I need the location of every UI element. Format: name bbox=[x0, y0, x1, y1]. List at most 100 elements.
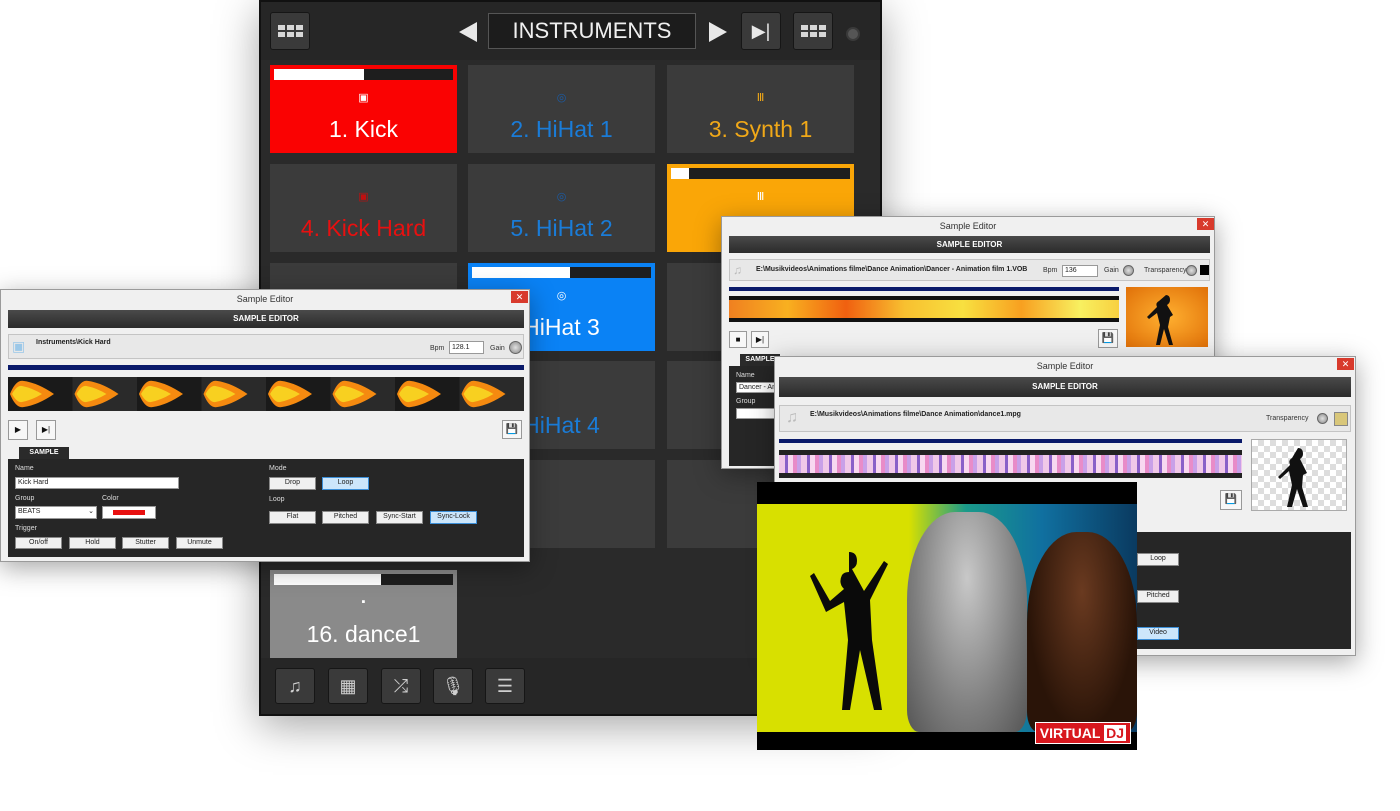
mode-loop-button[interactable]: Loop bbox=[322, 477, 369, 490]
waveform[interactable] bbox=[779, 450, 1242, 478]
group-label: Group bbox=[736, 398, 756, 405]
navigation-bar[interactable] bbox=[8, 365, 524, 370]
loop-pitched-button[interactable]: Pitched bbox=[322, 511, 369, 524]
group-select[interactable]: BEATS ⌄ bbox=[15, 506, 97, 519]
dancer-silhouette bbox=[810, 552, 888, 710]
bottom-button-2[interactable]: ▦ bbox=[328, 668, 368, 704]
group-value: BEATS bbox=[18, 508, 41, 515]
drum-icon: ▣ bbox=[12, 338, 26, 354]
loop-sync-start-button[interactable]: Sync-Start bbox=[376, 511, 423, 524]
sample-editor-window-1: Sample Editor ✕ SAMPLE EDITOR ▣ Instrume… bbox=[0, 289, 530, 562]
trigger-label: Trigger bbox=[15, 525, 37, 532]
name-input[interactable]: Kick Hard bbox=[15, 477, 179, 489]
gain-label: Gain bbox=[490, 345, 505, 352]
bottom-button-4[interactable]: 🎙 bbox=[433, 668, 473, 704]
color-swatch bbox=[113, 510, 145, 515]
bpm-input[interactable]: 136 bbox=[1062, 265, 1098, 277]
stop-button[interactable]: ■ bbox=[729, 331, 747, 348]
color-picker[interactable] bbox=[102, 506, 156, 519]
pad-16[interactable]: ▪ 16. dance1 bbox=[270, 570, 457, 658]
transparency-knob[interactable] bbox=[1317, 413, 1328, 424]
pad-2[interactable]: ◎ 2. HiHat 1 bbox=[468, 65, 655, 153]
bottom-button-1[interactable]: ♫ bbox=[275, 668, 315, 704]
pad-3[interactable]: Ⅲ 3. Synth 1 bbox=[667, 65, 854, 153]
play-button[interactable]: ▶ bbox=[8, 420, 28, 440]
save-button[interactable]: 💾 bbox=[1098, 329, 1118, 348]
save-button[interactable]: 💾 bbox=[1220, 490, 1242, 510]
trigger-stutter-button[interactable]: Stutter bbox=[122, 537, 169, 549]
prev-page-icon[interactable] bbox=[459, 22, 477, 42]
cymbal-icon: ◎ bbox=[556, 191, 567, 203]
video-thumbnail bbox=[1126, 287, 1208, 347]
save-button[interactable]: 💾 bbox=[502, 420, 522, 439]
file-line: ♫ E:\Musikvideos\Animations filme\Dance … bbox=[779, 405, 1351, 432]
skip-end-button[interactable]: ▶| bbox=[741, 12, 781, 50]
pad-label: 5. HiHat 2 bbox=[510, 215, 613, 241]
waveform[interactable] bbox=[8, 377, 524, 411]
video-thumbnail bbox=[1251, 439, 1347, 511]
gain-knob[interactable] bbox=[1123, 265, 1134, 276]
loop-button[interactable]: Loop bbox=[1137, 553, 1179, 566]
play-icon: ▶ bbox=[14, 425, 22, 434]
trigger-unmute-button[interactable]: Unmute bbox=[176, 537, 223, 549]
transparency-color-swatch[interactable] bbox=[1200, 265, 1209, 275]
navigation-bar[interactable] bbox=[729, 287, 1119, 291]
close-icon[interactable]: ✕ bbox=[511, 291, 528, 303]
grid-view-button[interactable] bbox=[793, 12, 833, 50]
skip-icon: ▶| bbox=[41, 425, 51, 434]
bpm-label: Bpm bbox=[430, 345, 445, 352]
trigger-onoff-button[interactable]: On/off bbox=[15, 537, 62, 549]
window-title: Sample Editor bbox=[1036, 361, 1094, 371]
mode-drop-button[interactable]: Drop bbox=[269, 477, 316, 490]
microphone-icon: 🎙 bbox=[441, 676, 465, 696]
video-button[interactable]: Video bbox=[1137, 627, 1179, 640]
pad-label: 16. dance1 bbox=[306, 621, 421, 647]
pad-1[interactable]: ▣ 1. Kick bbox=[270, 65, 457, 153]
keys-icon: Ⅲ bbox=[756, 92, 765, 104]
color-label: Color bbox=[102, 495, 119, 502]
pad-label: 1. Kick bbox=[328, 116, 399, 142]
skip-button[interactable]: ▶| bbox=[751, 331, 769, 348]
bottom-button-3[interactable]: ⤮ bbox=[381, 668, 421, 704]
next-page-icon[interactable] bbox=[709, 22, 727, 42]
transparency-knob[interactable] bbox=[1186, 265, 1197, 276]
options-dot[interactable] bbox=[846, 27, 860, 41]
pad-label: 3. Synth 1 bbox=[708, 116, 813, 142]
pad-label: 2. HiHat 1 bbox=[510, 116, 613, 142]
pitched-button[interactable]: Pitched bbox=[1137, 590, 1179, 603]
window-title: Sample Editor bbox=[939, 221, 997, 231]
grid-icon bbox=[800, 25, 826, 37]
virtualdj-logo: VIRTUAL DJ bbox=[1034, 722, 1131, 744]
pad-label: 4. Kick Hard bbox=[300, 215, 427, 241]
waveform[interactable] bbox=[729, 296, 1119, 322]
transparency-color-swatch[interactable] bbox=[1334, 412, 1348, 426]
navigation-bar[interactable] bbox=[779, 439, 1242, 443]
grid-icon bbox=[277, 25, 303, 37]
playlist-icon: ♫ bbox=[288, 676, 302, 696]
close-icon[interactable]: ✕ bbox=[1197, 218, 1214, 230]
pad-4[interactable]: ▣ 4. Kick Hard bbox=[270, 164, 457, 252]
gain-knob[interactable] bbox=[509, 341, 522, 354]
drum-icon: ▣ bbox=[358, 92, 369, 104]
pad-progress-bar bbox=[274, 69, 453, 80]
transparency-label: Transparency bbox=[1144, 267, 1187, 274]
pads-menu-button[interactable] bbox=[270, 12, 310, 50]
pad-5[interactable]: ◎ 5. HiHat 2 bbox=[468, 164, 655, 252]
trigger-hold-button[interactable]: Hold bbox=[69, 537, 116, 549]
editor-header: SAMPLE EDITOR bbox=[779, 377, 1351, 397]
pad-progress-bar bbox=[274, 574, 453, 585]
bottom-button-5[interactable]: ☰ bbox=[485, 668, 525, 704]
drum-icon: ▣ bbox=[358, 191, 369, 203]
loop-flat-button[interactable]: Flat bbox=[269, 511, 316, 524]
bpm-input[interactable]: 128.1 bbox=[449, 341, 484, 354]
close-icon[interactable]: ✕ bbox=[1337, 358, 1354, 370]
mode-label: Mode bbox=[269, 465, 287, 472]
transparency-label: Transparency bbox=[1266, 415, 1309, 422]
skip-button[interactable]: ▶| bbox=[36, 420, 56, 440]
page-title[interactable]: INSTRUMENTS bbox=[488, 13, 696, 49]
name-label: Name bbox=[15, 465, 34, 472]
loop-sync-lock-button[interactable]: Sync-Lock bbox=[430, 511, 477, 524]
tab-sample[interactable]: SAMPLE bbox=[19, 447, 69, 459]
stop-icon: ■ bbox=[735, 335, 741, 344]
sample-panel: Name Kick Hard Group BEATS ⌄ Color Trigge… bbox=[8, 459, 524, 557]
